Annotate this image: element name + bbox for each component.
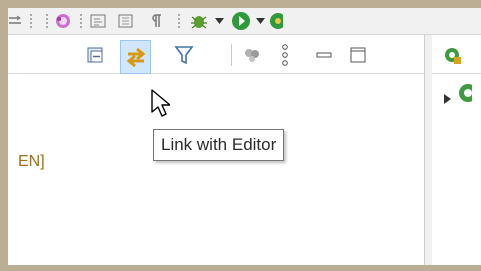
view-toolbar bbox=[8, 35, 424, 74]
minimize-icon[interactable] bbox=[314, 46, 334, 64]
tooltip-text: Link with Editor bbox=[161, 135, 277, 154]
debug-icon[interactable] bbox=[188, 12, 210, 30]
toolbar-separator bbox=[30, 14, 34, 28]
view-menu-icon[interactable] bbox=[278, 44, 292, 66]
toolbar-separator bbox=[46, 14, 50, 28]
package-icon[interactable] bbox=[443, 46, 463, 70]
outline-view bbox=[432, 35, 481, 265]
outline-toolbar bbox=[432, 35, 481, 74]
team-sync-icon[interactable] bbox=[8, 12, 22, 30]
view-toolbar-separator bbox=[231, 44, 232, 66]
plugin-icon[interactable] bbox=[52, 12, 74, 30]
dropdown-arrow-icon[interactable] bbox=[255, 12, 265, 30]
coverage-icon[interactable] bbox=[268, 12, 284, 30]
link-with-editor-tooltip: Link with Editor bbox=[153, 129, 285, 161]
focus-icon[interactable] bbox=[242, 46, 262, 64]
class-icon[interactable] bbox=[458, 83, 477, 107]
toggle-structure-icon[interactable] bbox=[89, 12, 109, 30]
show-whitespace-icon[interactable] bbox=[150, 12, 164, 30]
main-toolbar bbox=[8, 8, 481, 35]
toolbar-separator bbox=[80, 14, 84, 28]
tree-item-text[interactable]: EN] bbox=[18, 153, 45, 171]
collapse-all-icon[interactable] bbox=[85, 46, 105, 64]
maximize-icon[interactable] bbox=[348, 46, 368, 64]
workbench: EN] Link with Editor bbox=[8, 8, 481, 265]
expand-arrow-icon[interactable] bbox=[444, 89, 452, 108]
filter-icon[interactable] bbox=[173, 46, 195, 65]
window-frame: EN] Link with Editor bbox=[0, 0, 481, 271]
mouse-pointer-icon bbox=[150, 88, 171, 122]
dropdown-arrow-icon[interactable] bbox=[214, 12, 224, 30]
toolbar-separator bbox=[178, 14, 182, 28]
link-with-editor-icon bbox=[126, 47, 145, 67]
block-selection-icon[interactable] bbox=[116, 12, 136, 30]
run-icon[interactable] bbox=[230, 12, 252, 30]
link-with-editor-button[interactable] bbox=[120, 40, 151, 74]
